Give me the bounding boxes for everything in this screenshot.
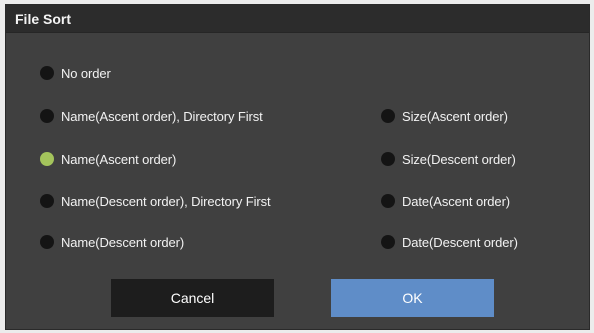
radio-button-icon[interactable]	[381, 109, 395, 123]
option-label: Name(Ascent order), Directory First	[61, 108, 263, 124]
radio-button-icon[interactable]	[40, 235, 54, 249]
dialog-title: File Sort	[15, 11, 72, 27]
option-date-ascent[interactable]: Date(Ascent order)	[381, 191, 510, 211]
radio-button-icon[interactable]	[40, 194, 54, 208]
option-date-descent[interactable]: Date(Descent order)	[381, 232, 518, 252]
option-name-ascent-directory-first[interactable]: Name(Ascent order), Directory First	[40, 106, 263, 126]
option-size-descent[interactable]: Size(Descent order)	[381, 149, 516, 169]
ok-button[interactable]: OK	[331, 279, 494, 317]
option-label: Name(Descent order), Directory First	[61, 193, 271, 209]
option-label: Date(Descent order)	[402, 234, 518, 250]
radio-button-icon[interactable]	[40, 109, 54, 123]
option-label: Size(Ascent order)	[402, 108, 508, 124]
file-sort-dialog: File Sort No order Name(Ascent order), D…	[5, 4, 590, 330]
radio-button-icon[interactable]	[40, 66, 54, 80]
option-no-order[interactable]: No order	[40, 63, 111, 83]
option-size-ascent[interactable]: Size(Ascent order)	[381, 106, 508, 126]
option-label: Name(Descent order)	[61, 234, 185, 250]
radio-button-icon[interactable]	[381, 194, 395, 208]
option-name-ascent[interactable]: Name(Ascent order)	[40, 149, 176, 169]
option-label: No order	[61, 65, 111, 81]
radio-button-icon[interactable]	[381, 235, 395, 249]
option-name-descent[interactable]: Name(Descent order)	[40, 232, 184, 252]
option-name-descent-directory-first[interactable]: Name(Descent order), Directory First	[40, 191, 271, 211]
option-label: Size(Descent order)	[402, 151, 516, 167]
option-label: Name(Ascent order)	[61, 151, 177, 167]
radio-button-selected-icon[interactable]	[40, 152, 54, 166]
dialog-titlebar: File Sort	[6, 5, 589, 33]
cancel-button[interactable]: Cancel	[111, 279, 274, 317]
option-label: Date(Ascent order)	[402, 193, 511, 209]
radio-button-icon[interactable]	[381, 152, 395, 166]
